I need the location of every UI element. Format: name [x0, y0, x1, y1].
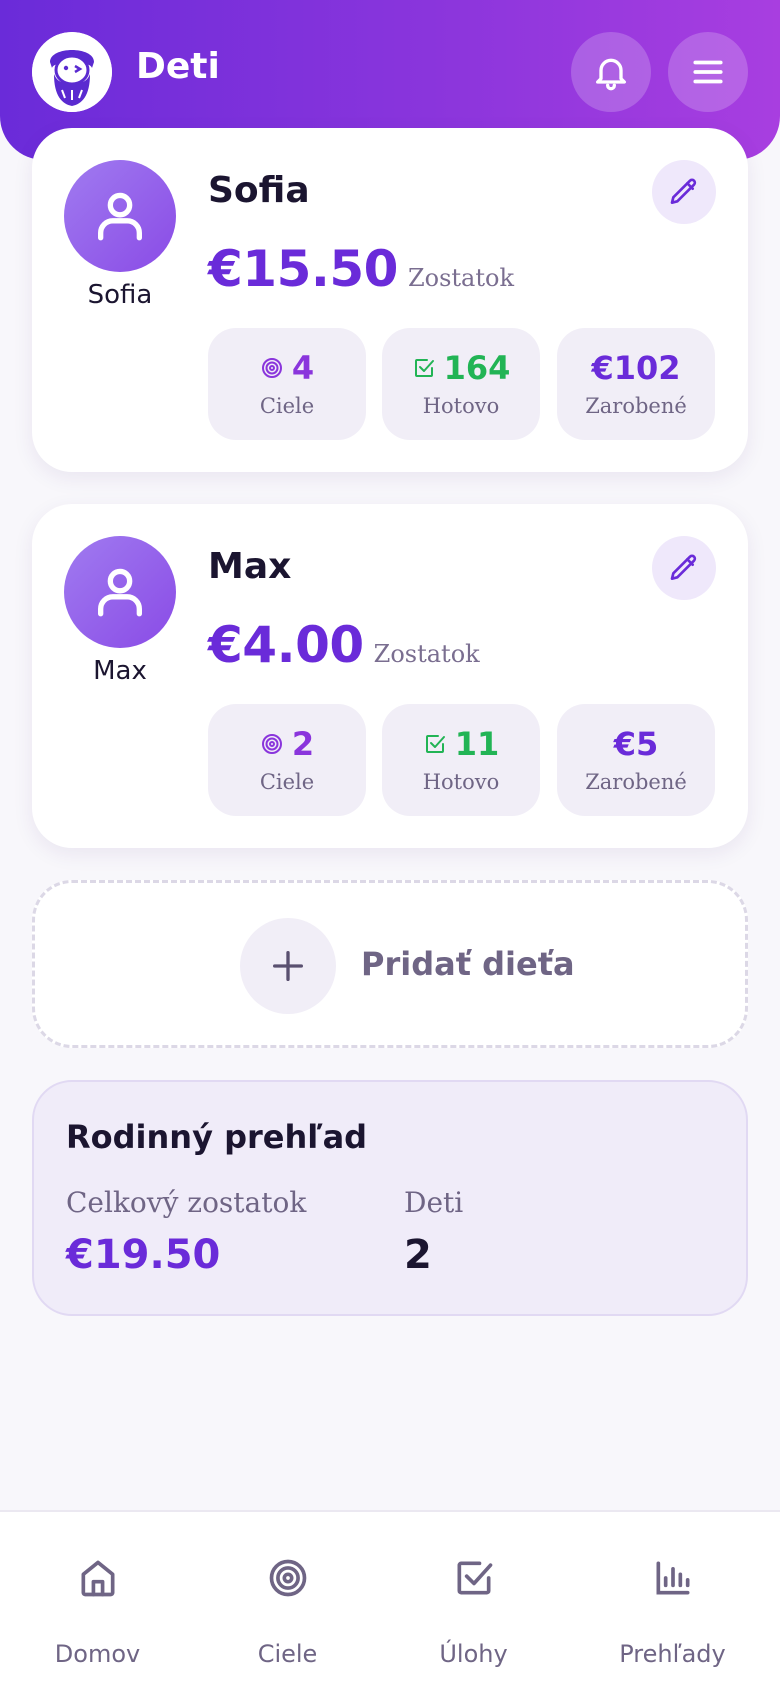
- bar-chart-icon: [656, 1561, 689, 1595]
- children-count-value: 2: [404, 1232, 432, 1278]
- hamburger-menu-icon: [693, 60, 723, 84]
- pencil-icon: [670, 178, 697, 204]
- balance-amount: €15.50: [208, 240, 398, 298]
- pencil-icon: [670, 554, 697, 580]
- stat-goals: 2 Ciele: [208, 704, 366, 816]
- nav-label: Prehľady: [619, 1640, 726, 1668]
- balance-row: €4.00 Zostatok: [208, 616, 480, 674]
- stat-done-value: 11: [454, 725, 500, 763]
- summary-title: Rodinný prehľad: [66, 1118, 368, 1156]
- add-child-button[interactable]: Pridať dieťa: [32, 880, 748, 1048]
- nav-label: Úlohy: [439, 1640, 508, 1668]
- stat-done-value: 164: [443, 349, 511, 387]
- stat-done: 11 Hotovo: [382, 704, 540, 816]
- stat-goals-label: Ciele: [259, 394, 315, 418]
- nav-item-reports[interactable]: Prehľady: [575, 1512, 770, 1688]
- nav-item-home[interactable]: Domov: [0, 1512, 195, 1688]
- balance-row: €15.50 Zostatok: [208, 240, 514, 298]
- stat-earned-label: Zarobené: [585, 394, 687, 418]
- menu-button[interactable]: [668, 32, 748, 112]
- nav-item-tasks[interactable]: Úlohy: [376, 1512, 571, 1688]
- child-name: Max: [208, 546, 292, 587]
- stat-done: 164 Hotovo: [382, 328, 540, 440]
- children-page: Deti Sofia Sofia €15.50 Zostatok 4 Ciele…: [0, 0, 780, 1688]
- stat-done-label: Hotovo: [422, 770, 500, 794]
- stat-goals-value: 2: [291, 725, 315, 763]
- family-summary: Rodinný prehľad Celkový zostatok €19.50 …: [32, 1080, 748, 1316]
- edit-child-button[interactable]: [652, 536, 716, 600]
- checkbox-icon: [457, 1561, 492, 1595]
- stat-earned-label: Zarobené: [585, 770, 687, 794]
- target-icon: [261, 358, 282, 378]
- stat-earned: €5 Zarobené: [557, 704, 715, 816]
- child-name: Sofia: [208, 170, 310, 211]
- child-card-sofia[interactable]: Sofia Sofia €15.50 Zostatok 4 Ciele 164 …: [32, 128, 748, 472]
- add-child-label: Pridať dieťa: [361, 945, 575, 983]
- stat-goals: 4 Ciele: [208, 328, 366, 440]
- stat-earned-value: €5: [613, 725, 659, 763]
- user-icon: [98, 192, 142, 241]
- balance-amount: €4.00: [208, 616, 364, 674]
- nav-label: Domov: [54, 1640, 141, 1668]
- notifications-button[interactable]: [571, 32, 651, 112]
- user-icon: [98, 568, 142, 617]
- child-card-max[interactable]: Max Max €4.00 Zostatok 2 Ciele 11 Hotovo: [32, 504, 748, 848]
- avatar-label: Sofia: [87, 280, 153, 310]
- target-icon: [261, 734, 282, 754]
- avatar-label: Max: [93, 656, 147, 686]
- avatar: [64, 160, 176, 272]
- bottom-nav: Domov Ciele Úlohy Prehľady: [0, 1510, 780, 1688]
- stat-earned-value: €102: [591, 349, 681, 387]
- balance-label: Zostatok: [373, 640, 480, 668]
- home-icon: [81, 1560, 114, 1597]
- stat-goals-value: 4: [291, 349, 315, 387]
- page-title: Deti: [136, 46, 220, 87]
- stat-earned: €102 Zarobené: [557, 328, 715, 440]
- stat-goals-label: Ciele: [259, 770, 315, 794]
- bell-icon: [596, 58, 626, 91]
- checkbox-icon: [414, 359, 434, 377]
- balance-label: Zostatok: [407, 264, 514, 292]
- total-balance-label: Celkový zostatok: [66, 1186, 307, 1219]
- nav-label: Ciele: [257, 1640, 318, 1668]
- total-balance-value: €19.50: [66, 1232, 221, 1278]
- avatar: [64, 536, 176, 648]
- children-count-label: Deti: [404, 1186, 464, 1219]
- stat-done-label: Hotovo: [422, 394, 500, 418]
- edit-child-button[interactable]: [652, 160, 716, 224]
- checkbox-icon: [425, 735, 445, 753]
- plus-icon: [240, 918, 336, 1014]
- nav-item-goals[interactable]: Ciele: [190, 1512, 385, 1688]
- target-icon: [269, 1559, 306, 1597]
- bearded-man-logo-icon[interactable]: [32, 32, 112, 112]
